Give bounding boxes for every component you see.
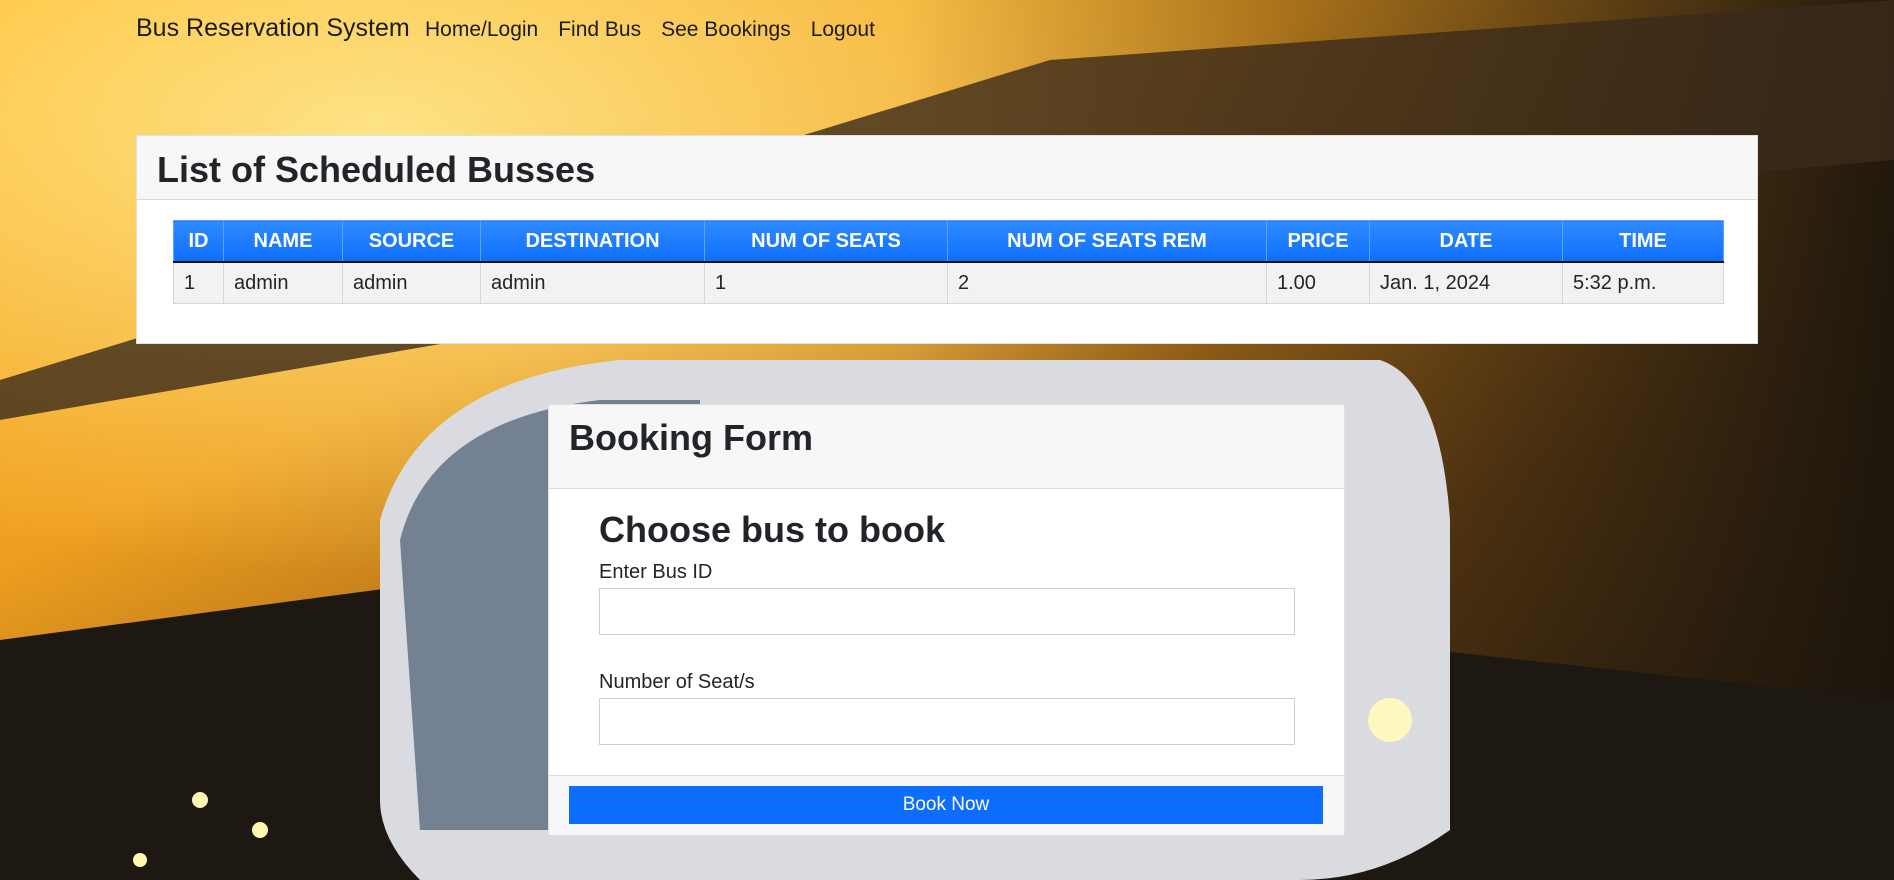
seats-label: Number of Seat/s bbox=[599, 671, 755, 693]
col-num-of-seats-rem: NUM OF SEATS REM bbox=[947, 220, 1267, 263]
scheduled-busses-card: List of Scheduled Busses ID NAME SOURCE … bbox=[136, 135, 1758, 344]
top-navbar: Bus Reservation System Home/Login Find B… bbox=[0, 0, 1894, 62]
cell-price: 1.00 bbox=[1266, 261, 1370, 304]
col-time: TIME bbox=[1562, 220, 1724, 263]
table-row: 1 admin admin admin 1 2 1.00 Jan. 1, 202… bbox=[173, 261, 1724, 304]
col-num-of-seats: NUM OF SEATS bbox=[704, 220, 948, 263]
busses-title: List of Scheduled Busses bbox=[157, 149, 596, 190]
table-header-row: ID NAME SOURCE DESTINATION NUM OF SEATS … bbox=[173, 220, 1724, 263]
book-now-button[interactable]: Book Now bbox=[569, 786, 1323, 824]
col-destination: DESTINATION bbox=[480, 220, 705, 263]
booking-form: Choose bus to book Enter Bus ID Number o… bbox=[599, 509, 1295, 781]
booking-card-footer: Book Now bbox=[549, 775, 1344, 835]
bus-id-label: Enter Bus ID bbox=[599, 561, 713, 583]
col-name: NAME bbox=[223, 220, 343, 263]
col-source: SOURCE bbox=[342, 220, 481, 263]
brand-link[interactable]: Bus Reservation System bbox=[136, 14, 410, 43]
cell-num-of-seats: 1 bbox=[704, 261, 948, 304]
cell-source: admin bbox=[342, 261, 481, 304]
cell-id: 1 bbox=[173, 261, 224, 304]
col-id: ID bbox=[173, 220, 224, 263]
cell-date: Jan. 1, 2024 bbox=[1369, 261, 1563, 304]
cell-num-of-seats-rem: 2 bbox=[947, 261, 1267, 304]
busses-table-wrap: ID NAME SOURCE DESTINATION NUM OF SEATS … bbox=[173, 220, 1724, 304]
bus-id-input[interactable] bbox=[599, 588, 1295, 635]
cell-name: admin bbox=[223, 261, 343, 304]
col-date: DATE bbox=[1369, 220, 1563, 263]
cell-destination: admin bbox=[480, 261, 705, 304]
busses-card-header: List of Scheduled Busses bbox=[137, 136, 1757, 200]
nav-see-bookings[interactable]: See Bookings bbox=[651, 18, 801, 42]
nav-home-login[interactable]: Home/Login bbox=[425, 18, 548, 42]
nav-logout[interactable]: Logout bbox=[801, 18, 885, 42]
cell-time: 5:32 p.m. bbox=[1562, 261, 1724, 304]
nav-find-bus[interactable]: Find Bus bbox=[548, 18, 651, 42]
nav-links: Home/Login Find Bus See Bookings Logout bbox=[425, 18, 885, 42]
booking-card-header: Booking Form bbox=[549, 405, 1344, 489]
seats-input[interactable] bbox=[599, 698, 1295, 745]
booking-form-card: Booking Form Choose bus to book Enter Bu… bbox=[548, 404, 1345, 835]
booking-form-heading: Choose bus to book bbox=[599, 509, 945, 550]
booking-title: Booking Form bbox=[569, 417, 813, 458]
busses-table: ID NAME SOURCE DESTINATION NUM OF SEATS … bbox=[173, 220, 1724, 304]
col-price: PRICE bbox=[1266, 220, 1370, 263]
